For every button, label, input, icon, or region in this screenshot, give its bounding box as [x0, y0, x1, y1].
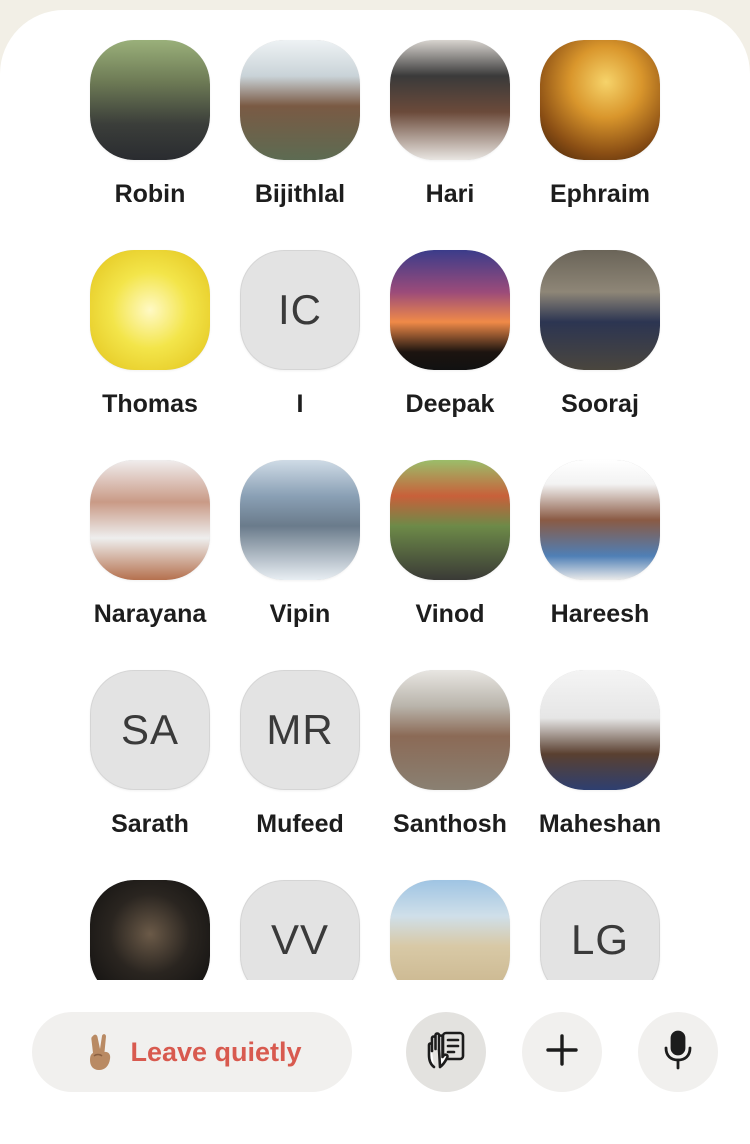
member-name: Vinod	[415, 600, 485, 628]
avatar-initials: SA	[120, 706, 180, 753]
member-name: Bijithlal	[254, 180, 346, 208]
member-tile[interactable]: Hari	[375, 40, 525, 250]
avatar	[90, 880, 210, 980]
members-scroll-area[interactable]: Robin Bijithlal Hari Ephraim Thomas IC I Deepak…	[0, 10, 750, 980]
member-tile[interactable]: MR Mufeed	[225, 670, 375, 880]
member-tile[interactable]: Bijithlal	[225, 40, 375, 250]
member-tile[interactable]: Ephraim	[525, 40, 675, 250]
member-name: Robin	[114, 180, 186, 208]
bottom-toolbar: Leave quietly	[0, 1000, 750, 1100]
avatar-photo	[540, 250, 660, 370]
avatar-photo	[540, 460, 660, 580]
member-name: Hari	[425, 180, 475, 208]
avatar-photo	[390, 250, 510, 370]
avatar	[390, 250, 510, 370]
avatar-photo	[240, 40, 360, 160]
member-tile[interactable]: Robin	[75, 40, 225, 250]
leave-quietly-button[interactable]: Leave quietly	[32, 1012, 352, 1092]
avatar	[390, 460, 510, 580]
member-name: Sarath	[111, 810, 189, 838]
avatar	[540, 250, 660, 370]
avatar: IC	[240, 250, 360, 370]
avatar-photo	[90, 460, 210, 580]
member-name: Thomas	[102, 390, 198, 418]
member-tile[interactable]: Maheshan	[525, 670, 675, 880]
member-name: Santhosh	[393, 810, 507, 838]
member-name: I	[296, 390, 304, 418]
avatar-photo	[540, 670, 660, 790]
avatar-initials: LG	[570, 916, 630, 963]
avatar: SA	[90, 670, 210, 790]
avatar	[90, 460, 210, 580]
leave-quietly-label: Leave quietly	[130, 1036, 302, 1067]
member-name: Ephraim	[549, 180, 651, 208]
plus-icon	[544, 1032, 580, 1073]
avatar-photo	[390, 40, 510, 160]
avatar: LG	[540, 880, 660, 980]
member-tile[interactable]: LG	[525, 880, 675, 980]
avatar	[540, 460, 660, 580]
avatar-photo	[90, 250, 210, 370]
member-name: Mufeed	[256, 810, 344, 838]
avatar	[540, 40, 660, 160]
avatar: VV	[240, 880, 360, 980]
raise-hand-button[interactable]	[406, 1012, 486, 1092]
victory-hand-emoji-icon	[82, 1032, 118, 1072]
avatar	[390, 40, 510, 160]
microphone-button[interactable]	[638, 1012, 718, 1092]
avatar	[390, 670, 510, 790]
avatar	[240, 40, 360, 160]
add-button[interactable]	[522, 1012, 602, 1092]
raise-hand-icon	[423, 1027, 469, 1078]
member-tile[interactable]: Narayana	[75, 460, 225, 670]
member-name: Deepak	[405, 390, 495, 418]
member-tile[interactable]: Deepak	[375, 250, 525, 460]
avatar-initials: VV	[270, 916, 330, 963]
avatar	[90, 40, 210, 160]
member-tile[interactable]: Thomas	[75, 250, 225, 460]
member-tile[interactable]: SA Sarath	[75, 670, 225, 880]
avatar	[390, 880, 510, 980]
member-tile[interactable]: Sooraj	[525, 250, 675, 460]
avatar	[540, 670, 660, 790]
member-tile[interactable]: Hareesh	[525, 460, 675, 670]
avatar: MR	[240, 670, 360, 790]
avatar-photo	[90, 40, 210, 160]
avatar	[240, 460, 360, 580]
member-name: Maheshan	[538, 810, 662, 838]
microphone-icon	[662, 1030, 694, 1075]
member-name: Narayana	[93, 600, 207, 628]
avatar-photo	[390, 880, 510, 980]
member-tile[interactable]	[375, 880, 525, 980]
member-tile[interactable]: IC I	[225, 250, 375, 460]
member-tile[interactable]: Santhosh	[375, 670, 525, 880]
avatar-photo	[390, 460, 510, 580]
member-grid: Robin Bijithlal Hari Ephraim Thomas IC I Deepak…	[75, 40, 675, 980]
member-name: Hareesh	[550, 600, 650, 628]
avatar-photo	[240, 460, 360, 580]
member-name: Vipin	[269, 600, 331, 628]
avatar-initials: MR	[266, 706, 334, 753]
member-tile[interactable]: Vipin	[225, 460, 375, 670]
room-sheet: Robin Bijithlal Hari Ephraim Thomas IC I Deepak…	[0, 10, 750, 1144]
avatar-initials: IC	[278, 286, 322, 333]
avatar-photo	[390, 670, 510, 790]
avatar-photo	[90, 880, 210, 980]
member-tile[interactable]: Vinod	[375, 460, 525, 670]
avatar	[90, 250, 210, 370]
member-tile[interactable]: VV	[225, 880, 375, 980]
member-name: Sooraj	[561, 390, 639, 418]
avatar-photo	[540, 40, 660, 160]
member-tile[interactable]	[75, 880, 225, 980]
